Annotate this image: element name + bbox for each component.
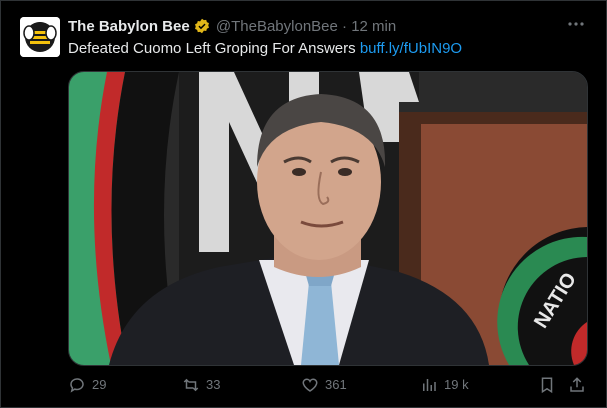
tweet-header: The Babylon Bee @TheBabylonBee · 12 min — [68, 17, 588, 37]
reply-count: 29 — [92, 377, 107, 392]
like-count: 361 — [325, 377, 347, 392]
more-icon[interactable] — [567, 15, 585, 33]
press-photo: NATIO — [69, 72, 587, 365]
views-icon — [423, 379, 436, 391]
repost-count: 33 — [206, 377, 221, 392]
repost-button[interactable]: 33 — [182, 375, 220, 395]
tweet-text: Defeated Cuomo Left Groping For Answers … — [68, 39, 588, 59]
separator: · — [342, 18, 348, 35]
tweet-body: Defeated Cuomo Left Groping For Answers — [68, 40, 360, 57]
tweet-image[interactable]: NATIO — [68, 71, 588, 366]
tweet-card[interactable]: The Babylon Bee @TheBabylonBee · 12 min … — [0, 0, 607, 408]
repost-icon — [183, 378, 199, 392]
like-icon — [302, 378, 318, 392]
bee-logo — [20, 17, 60, 57]
share-button[interactable] — [568, 375, 592, 395]
tweet-link[interactable]: buff.ly/fUbIN9O — [360, 40, 462, 57]
bookmark-icon — [541, 377, 553, 394]
author-name[interactable]: The Babylon Bee — [68, 18, 190, 35]
views-button[interactable]: 19 k — [420, 375, 469, 395]
avatar[interactable] — [20, 17, 60, 57]
like-button[interactable]: 361 — [301, 375, 347, 395]
reply-button[interactable]: 29 — [68, 375, 106, 395]
author-handle[interactable]: @TheBabylonBee — [216, 18, 338, 35]
view-count: 19 k — [444, 377, 469, 392]
verified-badge-icon — [194, 18, 209, 34]
action-bar: 29 33 361 19 k — [68, 375, 588, 395]
bookmark-button[interactable] — [538, 375, 562, 395]
timestamp[interactable]: 12 min — [351, 18, 396, 35]
reply-icon — [70, 378, 84, 393]
share-icon — [570, 377, 584, 392]
